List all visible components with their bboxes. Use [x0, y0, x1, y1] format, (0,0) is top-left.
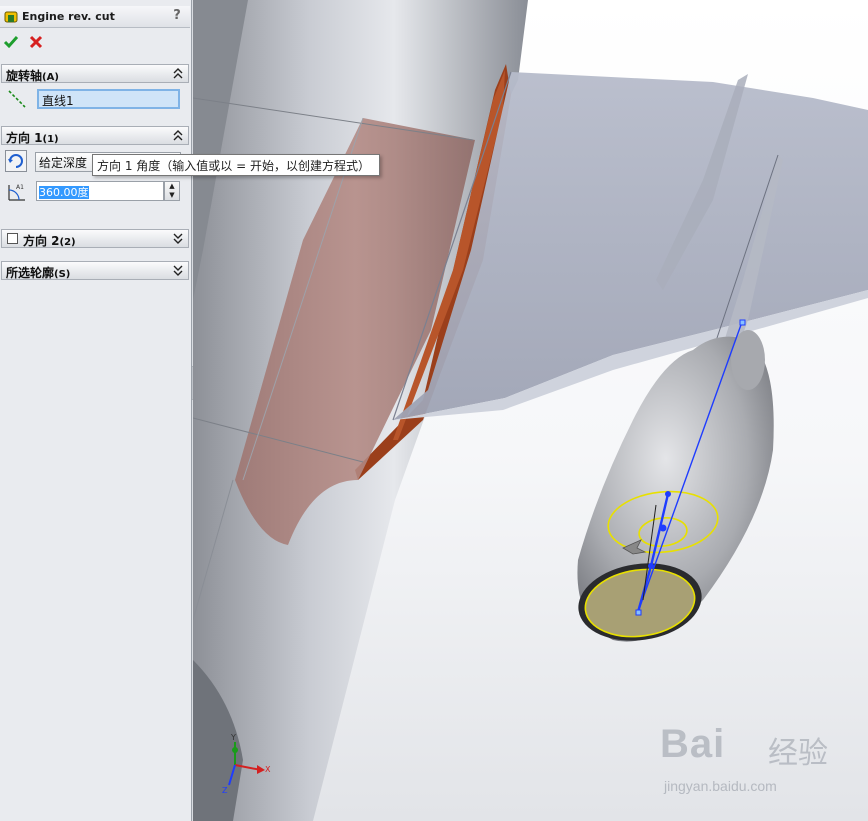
group-contours-label: 所选轮廓 [6, 266, 55, 280]
group-direction2-key: (2) [59, 237, 76, 248]
triad-x-label: X [265, 765, 271, 774]
triad-y-label: Y [230, 733, 236, 742]
axis-endpoint-handle[interactable] [739, 319, 746, 326]
watermark-brand: Bai [660, 722, 726, 766]
group-axis-label: 旋转轴 [6, 69, 43, 83]
ok-checkmark-button[interactable] [3, 34, 19, 50]
reverse-direction-icon[interactable] [5, 150, 27, 172]
group-direction2-header[interactable]: 方向 2(2) [1, 229, 189, 248]
expand-chevron-icon[interactable] [173, 265, 183, 276]
help-button[interactable]: ? [170, 8, 184, 24]
property-manager: Engine rev. cut ? 旋转轴(A) 直线1 方向 1(1) 给定深… [0, 0, 192, 821]
direction2-checkbox[interactable] [7, 233, 18, 244]
group-direction1-key: (1) [42, 134, 59, 145]
group-contours-header[interactable]: 所选轮廓(S) [1, 261, 189, 280]
sketch-point[interactable] [648, 563, 654, 569]
angle-icon: A1 [8, 184, 25, 201]
model-scene[interactable]: Y X Z [193, 0, 868, 821]
group-contours-key: (S) [54, 269, 71, 280]
collapse-chevron-icon[interactable] [173, 68, 183, 79]
axis-line-icon [8, 90, 26, 108]
watermark-brand-suffix: 经验 [768, 736, 828, 771]
revolve-cut-icon [4, 11, 18, 23]
angle-value: 360.00度 [39, 186, 89, 199]
axis-endpoint-handle[interactable] [635, 609, 642, 616]
feature-titlebar: Engine rev. cut ? [0, 6, 190, 28]
group-direction1-header[interactable]: 方向 1(1) [1, 126, 189, 145]
group-axis-key: (A) [42, 72, 59, 83]
sketch-point[interactable] [659, 524, 667, 532]
angle-input[interactable]: 360.00度 [36, 181, 164, 201]
graphics-viewport[interactable]: Y X Z [193, 0, 868, 821]
spin-down-icon[interactable]: ▼ [165, 191, 179, 200]
spin-up-icon[interactable]: ▲ [165, 182, 179, 191]
angle-spinner[interactable]: ▲ ▼ [164, 181, 180, 201]
svg-text:A1: A1 [16, 184, 24, 191]
group-axis-header[interactable]: 旋转轴(A) [1, 64, 189, 83]
watermark-site: jingyan.baidu.com [664, 778, 777, 794]
triad-z-label: Z [222, 786, 228, 795]
group-direction2-label: 方向 2 [23, 234, 60, 248]
collapse-chevron-icon[interactable] [173, 130, 183, 141]
feature-title: Engine rev. cut [22, 10, 115, 23]
baidu-watermark: Bai 经验 jingyan.baidu.com [660, 722, 860, 798]
axis-selection-field[interactable]: 直线1 [37, 89, 180, 109]
sketch-point[interactable] [665, 491, 671, 497]
angle-tooltip: 方向 1 角度（输入值或以 = 开始，以创建方程式） [92, 154, 380, 176]
group-direction1-label: 方向 1 [6, 131, 43, 145]
expand-chevron-icon[interactable] [173, 233, 183, 244]
cancel-x-button[interactable] [28, 34, 44, 50]
